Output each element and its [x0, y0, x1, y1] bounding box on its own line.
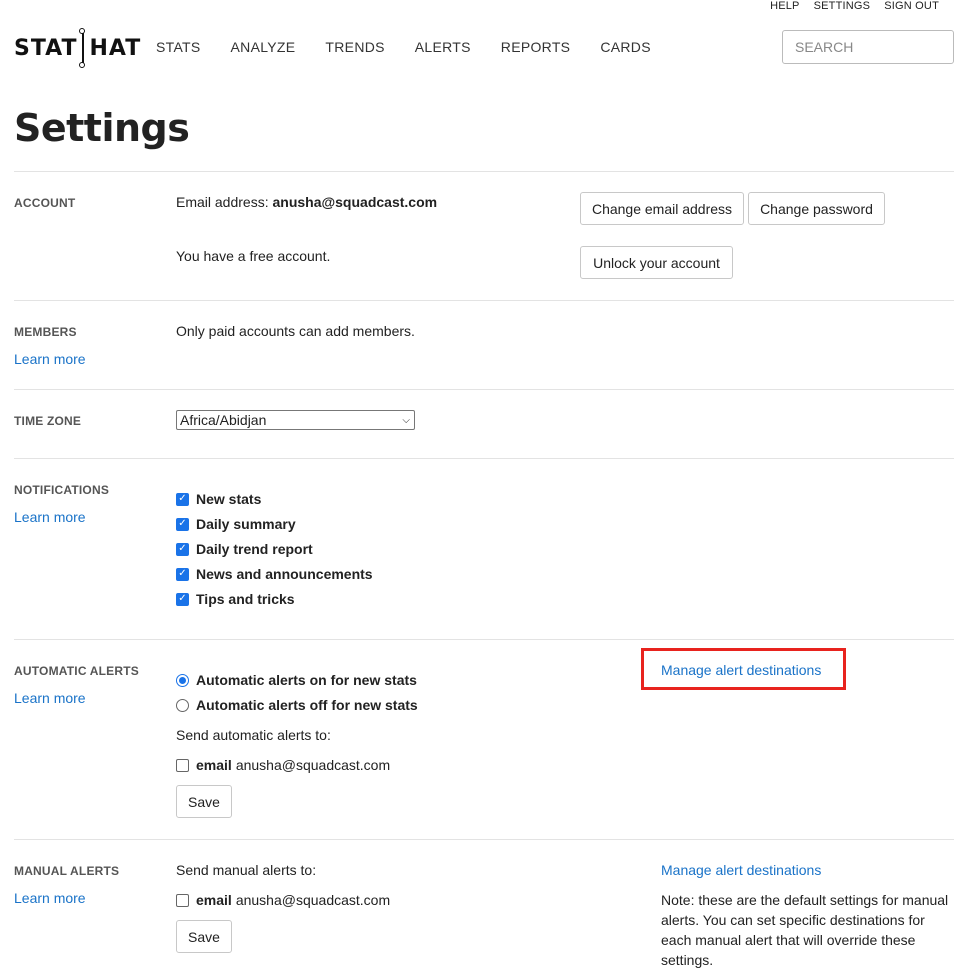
auto-alerts-off-radio[interactable]: Automatic alerts off for new stats	[176, 697, 418, 713]
notifications-learn-more-link[interactable]: Learn more	[14, 509, 86, 525]
email-address-label: Email address:	[176, 194, 269, 210]
manual-email-checkbox[interactable]: email anusha@squadcast.com	[176, 892, 390, 908]
checkmark-icon: ✓	[176, 567, 189, 581]
time-zone-select[interactable]: Africa/Abidjan ⌵	[176, 410, 415, 430]
email-address-value: anusha@squadcast.com	[272, 194, 438, 210]
nav-reports[interactable]: REPORTS	[501, 39, 571, 55]
manual-alerts-learn-more-link[interactable]: Learn more	[14, 890, 86, 906]
logo-text-right: HAT	[89, 35, 142, 61]
automatic-alerts-learn-more-link[interactable]: Learn more	[14, 690, 86, 706]
checkmark-icon: ✓	[176, 492, 189, 506]
divider	[14, 458, 954, 459]
auto-alerts-save-button[interactable]: Save	[176, 785, 232, 818]
highlight-box	[641, 648, 846, 690]
help-link[interactable]: HELP	[770, 0, 800, 12]
checkmark-icon: ✓	[176, 592, 189, 606]
divider	[14, 389, 954, 390]
sign-out-link[interactable]: SIGN OUT	[884, 0, 939, 12]
time-zone-label: TIME ZONE	[14, 414, 82, 428]
divider	[14, 839, 954, 840]
checkbox-empty-icon	[176, 893, 189, 907]
utility-links: HELP SETTINGS SIGN OUT	[770, 0, 939, 12]
page-title: Settings	[14, 106, 190, 150]
divider	[14, 171, 954, 172]
change-password-button[interactable]: Change password	[748, 192, 885, 225]
auto-send-to-text: Send automatic alerts to:	[176, 727, 331, 743]
notify-tips-checkbox[interactable]: ✓ Tips and tricks	[176, 591, 295, 607]
automatic-alerts-label: AUTOMATIC ALERTS	[14, 664, 139, 678]
nav-alerts[interactable]: ALERTS	[415, 39, 471, 55]
notifications-label: NOTIFICATIONS	[14, 483, 110, 497]
unlock-account-button[interactable]: Unlock your account	[580, 246, 733, 279]
settings-link[interactable]: SETTINGS	[814, 0, 871, 12]
members-label: MEMBERS	[14, 325, 77, 339]
chevron-down-icon: ⌵	[402, 414, 410, 426]
manual-alerts-label: MANUAL ALERTS	[14, 864, 120, 878]
nav-analyze[interactable]: ANALYZE	[231, 39, 296, 55]
notify-new-stats-checkbox[interactable]: ✓ New stats	[176, 491, 261, 507]
email-address-row: Email address: anusha@squadcast.com	[176, 194, 437, 210]
divider	[14, 639, 954, 640]
nav-cards[interactable]: CARDS	[600, 39, 651, 55]
divider	[14, 300, 954, 301]
checkbox-empty-icon	[176, 758, 189, 772]
manual-manage-alert-destinations-link[interactable]: Manage alert destinations	[661, 862, 821, 878]
members-learn-more-link[interactable]: Learn more	[14, 351, 86, 367]
manual-send-to-text: Send manual alerts to:	[176, 862, 317, 878]
free-account-text: You have a free account.	[176, 248, 331, 264]
auto-alerts-on-radio[interactable]: Automatic alerts on for new stats	[176, 672, 417, 688]
notify-daily-trend-report-checkbox[interactable]: ✓ Daily trend report	[176, 541, 313, 557]
nav-trends[interactable]: TRENDS	[325, 39, 384, 55]
checkmark-icon: ✓	[176, 517, 189, 531]
members-text: Only paid accounts can add members.	[176, 323, 415, 339]
radio-unselected-icon	[176, 698, 189, 712]
notify-news-checkbox[interactable]: ✓ News and announcements	[176, 566, 373, 582]
stathat-logo[interactable]: STAT HAT	[14, 28, 141, 68]
main-nav: STATS ANALYZE TRENDS ALERTS REPORTS CARD…	[156, 39, 681, 55]
logo-text-left: STAT	[14, 35, 78, 61]
auto-email-checkbox[interactable]: email anusha@squadcast.com	[176, 757, 390, 773]
nav-stats[interactable]: STATS	[156, 39, 201, 55]
notify-daily-summary-checkbox[interactable]: ✓ Daily summary	[176, 516, 296, 532]
search-input[interactable]	[782, 30, 954, 64]
radio-selected-icon	[176, 673, 189, 687]
logo-bar-icon	[77, 28, 89, 68]
time-zone-value: Africa/Abidjan	[180, 412, 267, 428]
manual-alerts-note: Note: these are the default settings for…	[661, 892, 949, 968]
manual-alerts-save-button[interactable]: Save	[176, 920, 232, 953]
account-label: ACCOUNT	[14, 196, 76, 210]
checkmark-icon: ✓	[176, 542, 189, 556]
change-email-button[interactable]: Change email address	[580, 192, 744, 225]
